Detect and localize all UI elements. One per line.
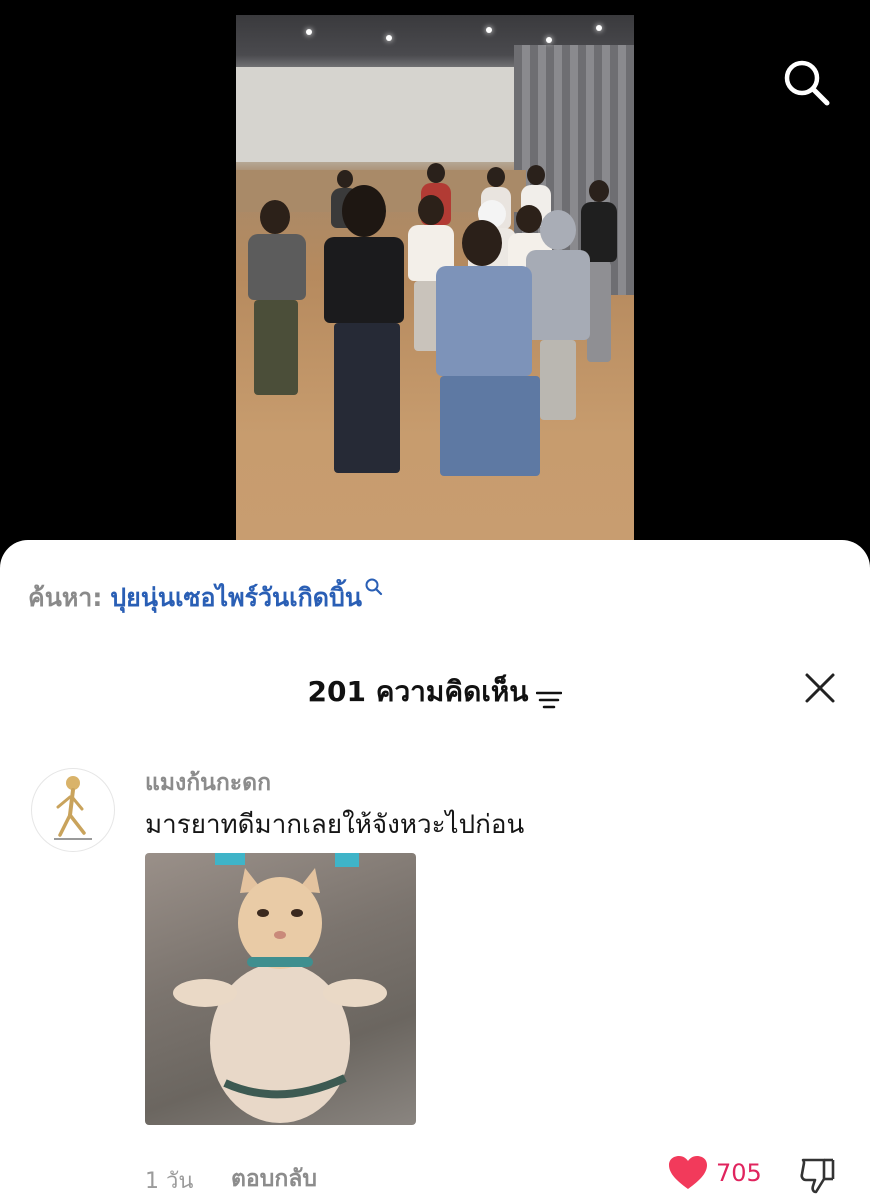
reply-button[interactable]: ตอบกลับ	[231, 1161, 317, 1197]
video-player[interactable]	[0, 0, 870, 560]
comments-header: 201 ความคิดเห็น	[0, 670, 870, 714]
ceiling-light	[386, 35, 392, 41]
heart-icon	[669, 1156, 707, 1189]
comment-time: 1 วัน	[145, 1169, 194, 1194]
close-icon[interactable]	[804, 672, 836, 704]
comment-text: มารยาทดีมากเลยให้จังหวะไปก่อน	[145, 810, 525, 840]
ceiling-light	[546, 37, 552, 43]
comment-username[interactable]: แมงก้นกะดก	[145, 765, 271, 801]
dancing-cat-image[interactable]	[145, 853, 416, 1125]
thumbs-down-icon[interactable]	[798, 1155, 838, 1195]
ceiling-light	[596, 25, 602, 31]
video-frame[interactable]	[236, 15, 634, 545]
comments-sheet: ค้นหา: ปุยนุ่นเซอไพร์วันเกิดบิ้น 201 ควา…	[0, 540, 870, 1200]
related-search[interactable]: ค้นหา: ปุยนุ่นเซอไพร์วันเกิดบิ้น	[28, 578, 384, 618]
comments-title: 201 ความคิดเห็น	[307, 675, 529, 708]
search-icon[interactable]	[364, 574, 384, 603]
studio-windows	[236, 67, 516, 162]
search-prefix: ค้นหา:	[28, 583, 103, 612]
like-button[interactable]: 705	[668, 1155, 762, 1191]
like-count: 705	[716, 1159, 762, 1187]
avatar[interactable]	[31, 768, 115, 852]
search-icon[interactable]	[780, 56, 834, 110]
search-term-link[interactable]: ปุยนุ่นเซอไพร์วันเกิดบิ้น	[110, 583, 362, 612]
sort-icon[interactable]	[536, 684, 563, 709]
ceiling-light	[306, 29, 312, 35]
ceiling-light	[486, 27, 492, 33]
comment-footer: 1 วัน ตอบกลับ 705	[0, 1155, 870, 1195]
